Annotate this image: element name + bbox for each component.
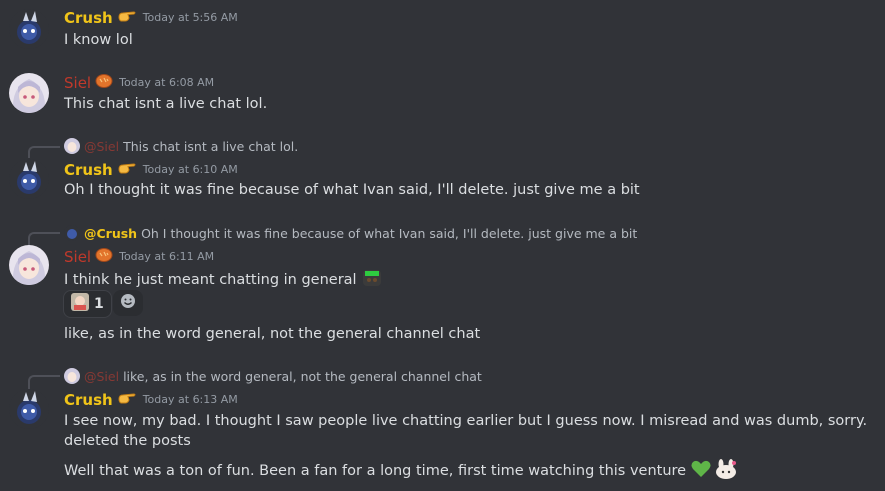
avatar-siel[interactable] <box>9 73 49 113</box>
message-text: Oh I thought it was fine because of what… <box>64 182 640 198</box>
smiley-icon <box>120 293 136 313</box>
bunny-emoji-icon <box>714 458 738 484</box>
timestamp: Today at 6:10 AM <box>142 163 238 176</box>
reply-text: This chat isnt a live chat lol. <box>123 139 299 154</box>
message-text: like, as in the word general, not the ge… <box>64 326 481 342</box>
reply-connector <box>28 232 60 246</box>
timestamp: Today at 6:13 AM <box>142 393 238 406</box>
author-name[interactable]: Crush <box>64 9 113 27</box>
frog-emoji-icon <box>361 268 383 292</box>
reply-preview[interactable]: @Siel like, as in the word general, not … <box>64 368 482 385</box>
avatar-crush-small <box>64 225 80 241</box>
reaction-count: 1 <box>94 296 104 312</box>
reaction-chip[interactable]: 1 <box>63 290 112 318</box>
timestamp: Today at 5:56 AM <box>142 11 238 24</box>
timestamp: Today at 6:11 AM <box>119 250 215 263</box>
message-text: This chat isnt a live chat lol. <box>64 96 268 112</box>
author-name[interactable]: Crush <box>64 161 113 179</box>
author-name[interactable]: Siel <box>64 74 91 92</box>
avatar-siel-small <box>64 368 80 384</box>
bread-icon <box>95 73 113 93</box>
avatar-crush[interactable] <box>9 389 49 429</box>
bread-icon <box>95 247 113 267</box>
avatar-crush[interactable] <box>9 9 49 49</box>
reply-preview[interactable]: @Siel This chat isnt a live chat lol. <box>64 138 298 155</box>
reaction-emoji-icon <box>71 293 89 315</box>
reply-connector <box>28 146 60 158</box>
message-text: I think he just meant chatting in genera… <box>64 272 357 288</box>
reply-preview[interactable]: @Crush Oh I thought it was fine because … <box>64 225 637 242</box>
message-text: Well that was a ton of fun. Been a fan f… <box>64 463 687 479</box>
avatar-siel[interactable] <box>9 245 49 285</box>
avatar-siel-small <box>64 138 80 154</box>
author-name[interactable]: Crush <box>64 391 113 409</box>
author-name[interactable]: Siel <box>64 248 91 266</box>
add-reaction-button[interactable] <box>113 290 143 316</box>
green-heart-icon <box>690 459 712 483</box>
message-text: I see now, my bad. I thought I saw peopl… <box>64 413 868 449</box>
reply-connector <box>28 375 60 389</box>
message-text: I know lol <box>64 32 133 48</box>
pointing-hand-icon <box>117 8 137 28</box>
reply-mention[interactable]: @Siel <box>84 139 119 154</box>
pointing-hand-icon <box>117 160 137 180</box>
reply-mention[interactable]: @Crush <box>84 226 137 241</box>
avatar-crush[interactable] <box>9 159 49 199</box>
reply-text: like, as in the word general, not the ge… <box>123 369 482 384</box>
pointing-hand-icon <box>117 390 137 410</box>
reply-mention[interactable]: @Siel <box>84 369 119 384</box>
timestamp: Today at 6:08 AM <box>119 76 215 89</box>
reply-text: Oh I thought it was fine because of what… <box>141 226 638 241</box>
